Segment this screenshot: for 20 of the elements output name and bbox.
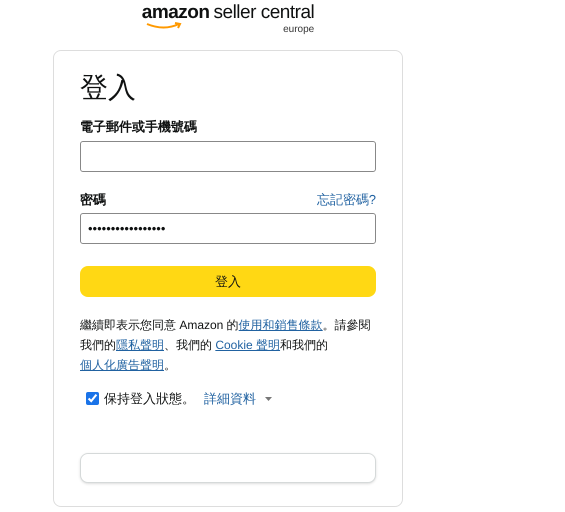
checkbox-label: 保持登入狀態。 (104, 390, 195, 408)
logo-region: europe (283, 25, 314, 35)
logo-product: seller central (214, 3, 314, 22)
caret-icon (265, 396, 272, 401)
sign-in-button[interactable]: 登入 (80, 266, 376, 297)
page-title: 登入 (80, 71, 137, 105)
policy-link[interactable]: Cookie 聲明 (215, 338, 280, 352)
details-link[interactable]: 詳細資料 (204, 389, 256, 408)
checkbox[interactable] (86, 392, 99, 406)
forgot-password-link[interactable]: 忘記密碼? (316, 190, 376, 209)
policy-link[interactable]: 使用和銷售條款 (238, 318, 323, 332)
input-field[interactable] (80, 140, 376, 172)
policy-link[interactable]: 個人化廣告聲明 (80, 358, 164, 372)
password-field[interactable]: ••••••••••••••••• (80, 213, 376, 244)
policy-link[interactable]: 隱私聲明 (116, 338, 164, 352)
legal-notice: 繼續即表示您同意 Amazon 的使用和銷售條款。請參閱我們的隱私聲明、我們的 Cookie 聲明和我們的 個人化廣告聲明。 (80, 317, 372, 374)
smile-arrow-icon (146, 22, 182, 30)
field-label: 密碼 (80, 190, 106, 208)
logo-wordmark: amazon (142, 2, 210, 23)
field-label: 電子郵件或手機號碼 (80, 118, 198, 136)
